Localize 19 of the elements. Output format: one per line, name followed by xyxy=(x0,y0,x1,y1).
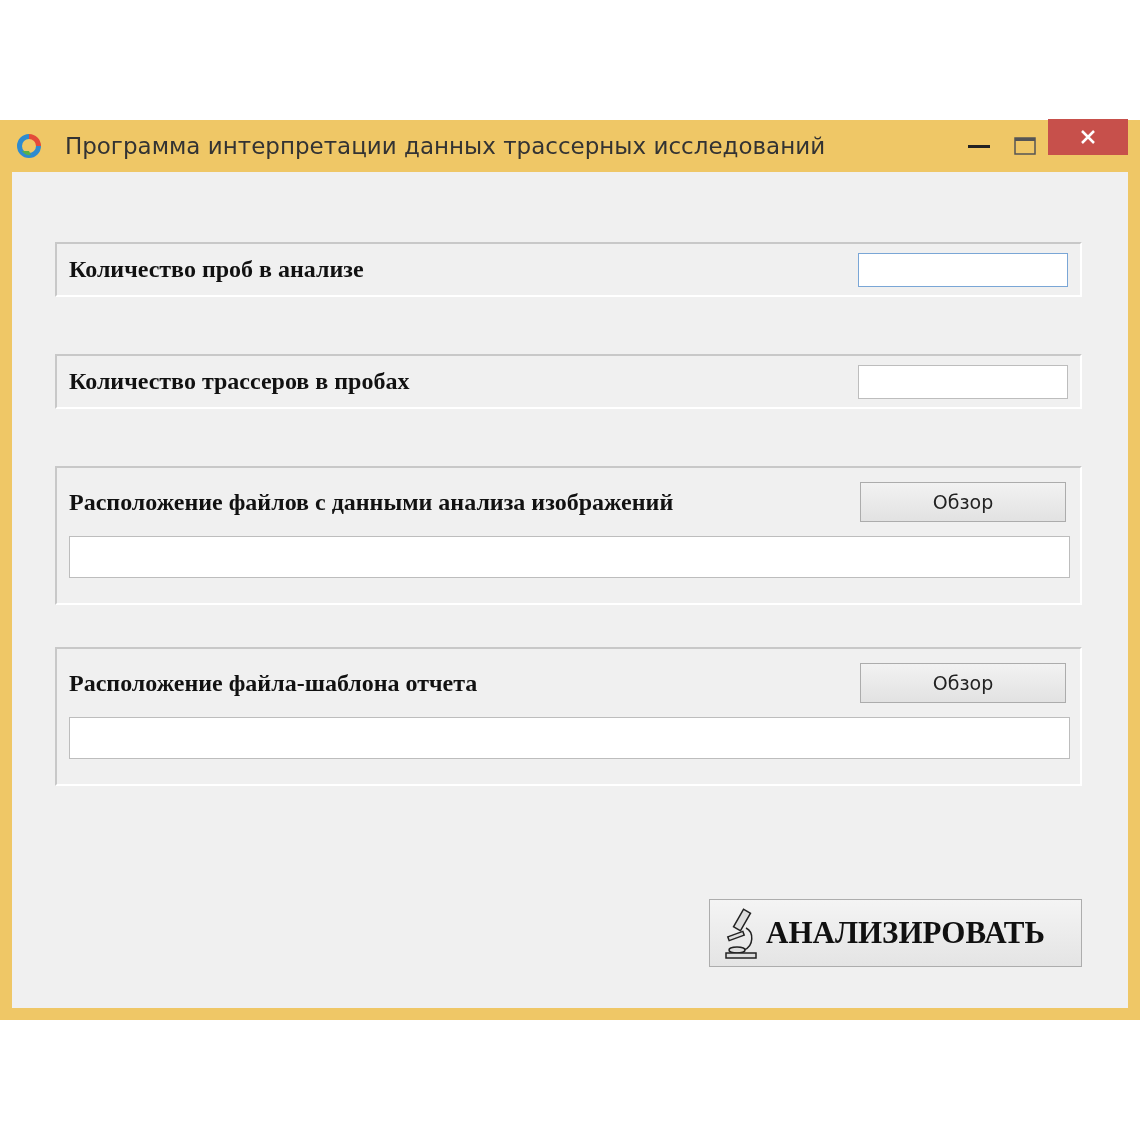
analyze-label: АНАЛИЗИРОВАТЬ xyxy=(766,915,1045,951)
number-field[interactable] xyxy=(858,252,1068,287)
minimize-icon xyxy=(968,144,990,148)
path-field[interactable] xyxy=(69,536,1070,578)
field-label: Количество проб в анализе xyxy=(69,256,364,283)
analyze-button[interactable]: АНАЛИЗИРОВАТЬ xyxy=(709,899,1082,967)
close-icon xyxy=(1080,129,1096,145)
field-label: Расположение файлов с данными анализа изображений xyxy=(69,488,674,516)
field-label: Количество трассеров в пробах xyxy=(69,368,410,395)
maximize-icon xyxy=(1014,137,1036,155)
path-field[interactable] xyxy=(69,717,1070,759)
close-button[interactable] xyxy=(1048,119,1128,155)
microscope-icon xyxy=(722,906,760,960)
browse-button[interactable]: Обзор xyxy=(860,663,1066,703)
number-field[interactable] xyxy=(858,364,1068,399)
app-logo-icon xyxy=(14,131,44,161)
window-title: Программа интерпретации данных трассерных исследований xyxy=(63,133,827,159)
browse-button[interactable]: Обзор xyxy=(860,482,1066,522)
field-label: Расположение файла-шаблона отчета xyxy=(69,669,478,697)
